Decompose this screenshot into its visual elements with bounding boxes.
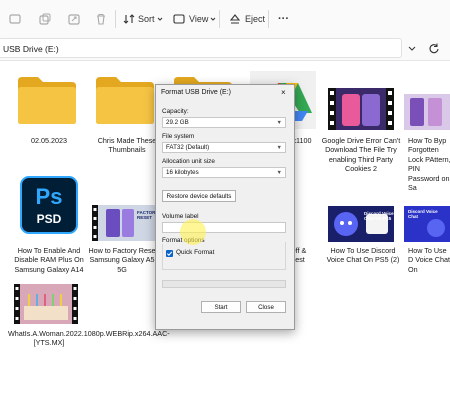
folder-icon (96, 77, 154, 124)
capacity-select[interactable]: 29.2 GB ▼ (162, 117, 286, 128)
file-name: How To Use D Voice Chat On (408, 246, 450, 274)
quick-format-label: Quick Format (176, 249, 215, 256)
view-button[interactable]: View (172, 8, 218, 30)
chevron-down-icon: ▼ (276, 145, 282, 151)
copy-icon[interactable] (38, 8, 52, 30)
address-bar[interactable]: USB Drive (E:) (0, 38, 402, 58)
video-thumbnail (14, 284, 78, 324)
chevron-down-icon (211, 17, 216, 21)
sort-button[interactable]: Sort (122, 8, 165, 30)
check-icon (166, 251, 173, 257)
chevron-down-icon: ▼ (276, 170, 282, 176)
chevron-down-icon[interactable] (407, 43, 417, 53)
refresh-icon[interactable] (428, 42, 440, 54)
video-thumbnail (328, 88, 394, 130)
file-name: How To Enable And Disable RAM Plus On Sa… (14, 246, 84, 274)
toolbar-divider (115, 10, 116, 28)
dialog-title: Format USB Drive (E:) (161, 89, 232, 96)
view-label: View (189, 14, 209, 24)
restore-defaults-button[interactable]: Restore device defaults (162, 190, 236, 202)
photoshop-icon: Ps PSD (20, 176, 78, 234)
chevron-down-icon: ▼ (276, 120, 282, 126)
toolbar-divider (219, 10, 220, 28)
file-name: 02.05.2023 (31, 136, 67, 145)
eject-button[interactable]: Eject (228, 8, 265, 30)
close-button[interactable]: Close (246, 301, 286, 313)
file-name: Google Drive Error Can't Download The Fi… (321, 136, 401, 174)
file-name: How To Use Discord Voice Chat On PS5 (2) (326, 246, 400, 265)
more-options-button[interactable]: ··· (278, 8, 289, 30)
sort-icon (123, 14, 135, 24)
command-bar: Sort View Eject ··· (0, 0, 450, 39)
filesystem-select[interactable]: FAT32 (Default) ▼ (162, 142, 286, 153)
format-options-group (162, 242, 286, 270)
sort-label: Sort (138, 14, 155, 24)
eject-icon (229, 14, 241, 24)
format-progress-bar (162, 280, 286, 288)
close-icon[interactable]: × (281, 88, 286, 97)
folder-icon (18, 77, 76, 124)
quick-format-checkbox[interactable] (166, 250, 173, 257)
file-name: WhatIs.A.Woman.2022.1080p.WEBRip.x264.AA… (8, 329, 170, 348)
address-row: USB Drive (E:) (0, 38, 450, 61)
eject-label: Eject (245, 14, 266, 24)
filesystem-label: File system (162, 133, 195, 140)
chevron-down-icon (157, 17, 162, 21)
view-icon (173, 14, 185, 24)
file-name: How To Byp Forgotten Lock PAttern, PIN P… (408, 136, 450, 193)
allocation-label: Allocation unit size (162, 158, 215, 165)
file-name: How to Factory Rese Samsung Galaxy A5 5G (88, 246, 156, 274)
toolbar-divider (268, 10, 269, 28)
share-icon[interactable] (67, 8, 81, 30)
capacity-label: Capacity: (162, 108, 189, 115)
new-icon[interactable] (8, 8, 22, 30)
allocation-select[interactable]: 16 kilobytes ▼ (162, 167, 286, 178)
start-button[interactable]: Start (201, 301, 241, 313)
format-dialog: Format USB Drive (E:) × Capacity: 29.2 G… (155, 84, 295, 330)
cursor-highlight (180, 219, 206, 245)
image-thumbnail (404, 94, 450, 130)
delete-icon[interactable] (94, 8, 108, 30)
